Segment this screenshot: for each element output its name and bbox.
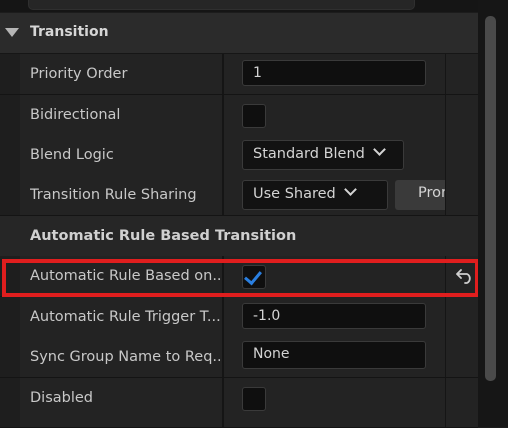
section-header-transition[interactable]: Transition	[0, 13, 478, 54]
chevron-down-icon	[373, 143, 386, 156]
promote-button[interactable]: Promote	[395, 180, 445, 210]
reset-to-default-icon[interactable]	[456, 268, 474, 284]
subsection-title: Automatic Rule Based Transition	[30, 228, 297, 244]
transition-rule-sharing-dropdown[interactable]: Use Shared	[242, 180, 388, 210]
property-row-automatic-rule: Automatic Rule Based on...	[0, 256, 478, 297]
bidirectional-checkbox[interactable]	[242, 104, 266, 128]
priority-order-input[interactable]: 1	[242, 60, 426, 86]
property-label: Automatic Rule Based on...	[30, 268, 220, 284]
property-row-bidirectional: Bidirectional	[0, 95, 478, 136]
property-row-automatic-rule-trigger: Automatic Rule Trigger T... -1.0	[0, 297, 478, 338]
search-input[interactable]	[28, 0, 415, 10]
sync-group-input[interactable]: None	[242, 341, 426, 369]
scrollbar-thumb[interactable]	[485, 16, 496, 381]
details-panel: Transition Priority Order 1 Bidirectiona…	[0, 13, 478, 428]
property-row-transition-rule-sharing: Transition Rule Sharing Use Shared Promo…	[0, 175, 478, 216]
property-label: Transition Rule Sharing	[30, 187, 197, 203]
disabled-checkbox[interactable]	[242, 387, 266, 411]
property-row-sync-group: Sync Group Name to Req... None	[0, 337, 478, 378]
property-label: Sync Group Name to Req...	[30, 349, 220, 365]
property-label: Disabled	[30, 390, 93, 406]
chevron-down-icon	[343, 183, 357, 196]
automatic-rule-trigger-input[interactable]: -1.0	[242, 303, 426, 329]
property-label: Bidirectional	[30, 107, 121, 123]
blend-logic-dropdown[interactable]: Standard Blend	[242, 140, 404, 170]
section-title: Transition	[30, 24, 109, 40]
dropdown-value: Standard Blend	[253, 146, 365, 162]
property-label: Blend Logic	[30, 147, 114, 163]
property-row-disabled: Disabled	[0, 378, 478, 428]
property-row-blend-logic: Blend Logic Standard Blend	[0, 135, 478, 176]
subsection-header[interactable]: Automatic Rule Based Transition	[0, 216, 478, 257]
property-label: Automatic Rule Trigger T...	[30, 309, 220, 325]
checkmark-icon	[244, 266, 262, 286]
top-toolbar	[0, 0, 478, 12]
property-row-priority-order: Priority Order 1	[0, 54, 478, 95]
property-label: Priority Order	[30, 66, 128, 82]
automatic-rule-checkbox[interactable]	[242, 265, 266, 289]
caret-down-icon[interactable]	[5, 28, 19, 37]
dropdown-value: Use Shared	[253, 186, 336, 202]
